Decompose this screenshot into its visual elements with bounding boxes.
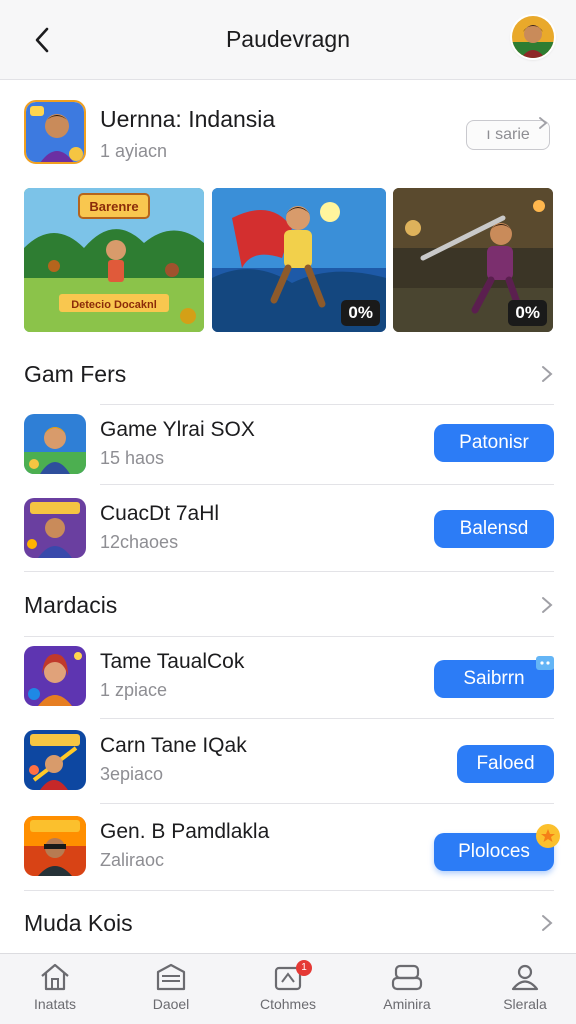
app-subtitle: 1 zpiace — [100, 680, 168, 700]
list-item[interactable]: Tame TaualCok 1 zpiace Saibrrn — [24, 640, 554, 710]
chevron-right-icon — [539, 117, 548, 129]
divider — [24, 890, 554, 891]
divider — [24, 636, 554, 637]
bottom-tab-bar: Inatats Daoel 1 Ctohmes Aminira Slerala — [0, 953, 576, 1024]
screenshot-2[interactable]: 0% — [212, 188, 386, 332]
app-action-button[interactable]: Balensd — [434, 510, 554, 548]
divider — [100, 484, 554, 485]
divider — [100, 718, 554, 719]
game-girl-icon — [24, 646, 86, 706]
user-avatar[interactable] — [512, 16, 554, 58]
list-item[interactable]: Carn Tane IQak 3epiaco Faloed — [24, 724, 554, 794]
featured-app-subtitle: 1 ayiacn — [100, 141, 168, 161]
profile-icon — [511, 964, 539, 991]
chevron-right-icon — [540, 913, 554, 933]
divider — [100, 404, 554, 405]
tab-label: Ctohmes — [259, 996, 317, 1012]
app-action-button[interactable]: Patonisr — [434, 424, 554, 462]
section-title: Gam Fers — [24, 360, 127, 387]
screenshot-3[interactable]: 0% — [393, 188, 553, 332]
divider — [24, 571, 554, 572]
star-badge-icon — [536, 824, 560, 848]
list-item[interactable]: Gen. B Pamdlakla Zaliraoc Ploloces — [24, 810, 560, 880]
featured-app[interactable]: Uernna: Indansia 1 ayiacn ı sarie — [24, 100, 554, 170]
tab-label: Inatats — [33, 996, 77, 1012]
app-subtitle: 3epiaco — [100, 764, 164, 784]
screenshot-2-badge: 0% — [341, 300, 380, 326]
screenshot-1-caption-bottom: Detecio Docaknl — [71, 299, 157, 311]
game-action-icon — [24, 730, 86, 790]
tab-slerala[interactable]: Slerala — [470, 962, 576, 1012]
screenshot-1-caption-top: Barenre — [89, 199, 138, 214]
list-item[interactable]: CuacDt 7aHl 12chaoes Balensd — [24, 492, 554, 562]
app-name: Gen. B Pamdlakla — [100, 820, 270, 843]
avatar-image — [512, 16, 554, 58]
home-icon — [41, 963, 69, 991]
tab-label: Slerala — [503, 996, 547, 1012]
tab-aminira[interactable]: Aminira — [352, 962, 462, 1012]
section-title: Mardacis — [24, 591, 118, 618]
app-name: Carn Tane IQak — [100, 734, 247, 757]
section-header-muda-kois[interactable]: Muda Kois — [24, 898, 554, 948]
app-name: Game Ylrai SOX — [100, 418, 255, 441]
screenshot-1[interactable]: Barenre Detecio Docaknl — [24, 188, 204, 332]
app-name: CuacDt 7aHl — [100, 502, 220, 525]
list-item[interactable]: Game Ylrai SOX 15 haos Patonisr — [24, 408, 554, 478]
tab-inatats[interactable]: Inatats — [0, 962, 110, 1012]
app-subtitle: 15 haos — [100, 448, 165, 468]
featured-app-title: Uernna: Indansia — [100, 106, 276, 132]
tab-label: Aminira — [383, 996, 431, 1012]
game-ninja-icon — [24, 816, 86, 876]
divider — [100, 803, 554, 804]
app-name: Tame TaualCok — [100, 650, 245, 673]
chevron-right-icon — [540, 364, 554, 384]
section-header-mardacis[interactable]: Mardacis — [24, 580, 554, 630]
new-badge-icon — [536, 656, 554, 670]
chevron-right-icon — [540, 595, 554, 615]
app-subtitle: Zaliraoc — [100, 850, 165, 870]
screenshot-image: Barenre Detecio Docaknl — [24, 188, 204, 332]
screenshot-3-badge: 0% — [508, 300, 547, 326]
tab-daoel[interactable]: Daoel — [116, 962, 226, 1012]
store-icon — [156, 963, 186, 991]
featured-game-icon — [24, 100, 86, 164]
app-action-button[interactable]: Faloed — [457, 745, 554, 783]
app-subtitle: 12chaoes — [100, 532, 179, 552]
notification-badge: 1 — [296, 960, 312, 976]
game-warrior-icon — [24, 498, 86, 558]
tab-ctohmes[interactable]: 1 Ctohmes — [233, 960, 343, 1012]
section-title: Muda Kois — [24, 909, 133, 936]
page-title: Paudevragn — [225, 26, 351, 52]
controller-icon — [391, 964, 423, 991]
tab-label: Daoel — [152, 996, 190, 1012]
section-header-gam-fers[interactable]: Gam Fers — [24, 349, 554, 399]
game-hero-icon — [24, 414, 86, 474]
top-header: Paudevragn — [0, 0, 576, 80]
